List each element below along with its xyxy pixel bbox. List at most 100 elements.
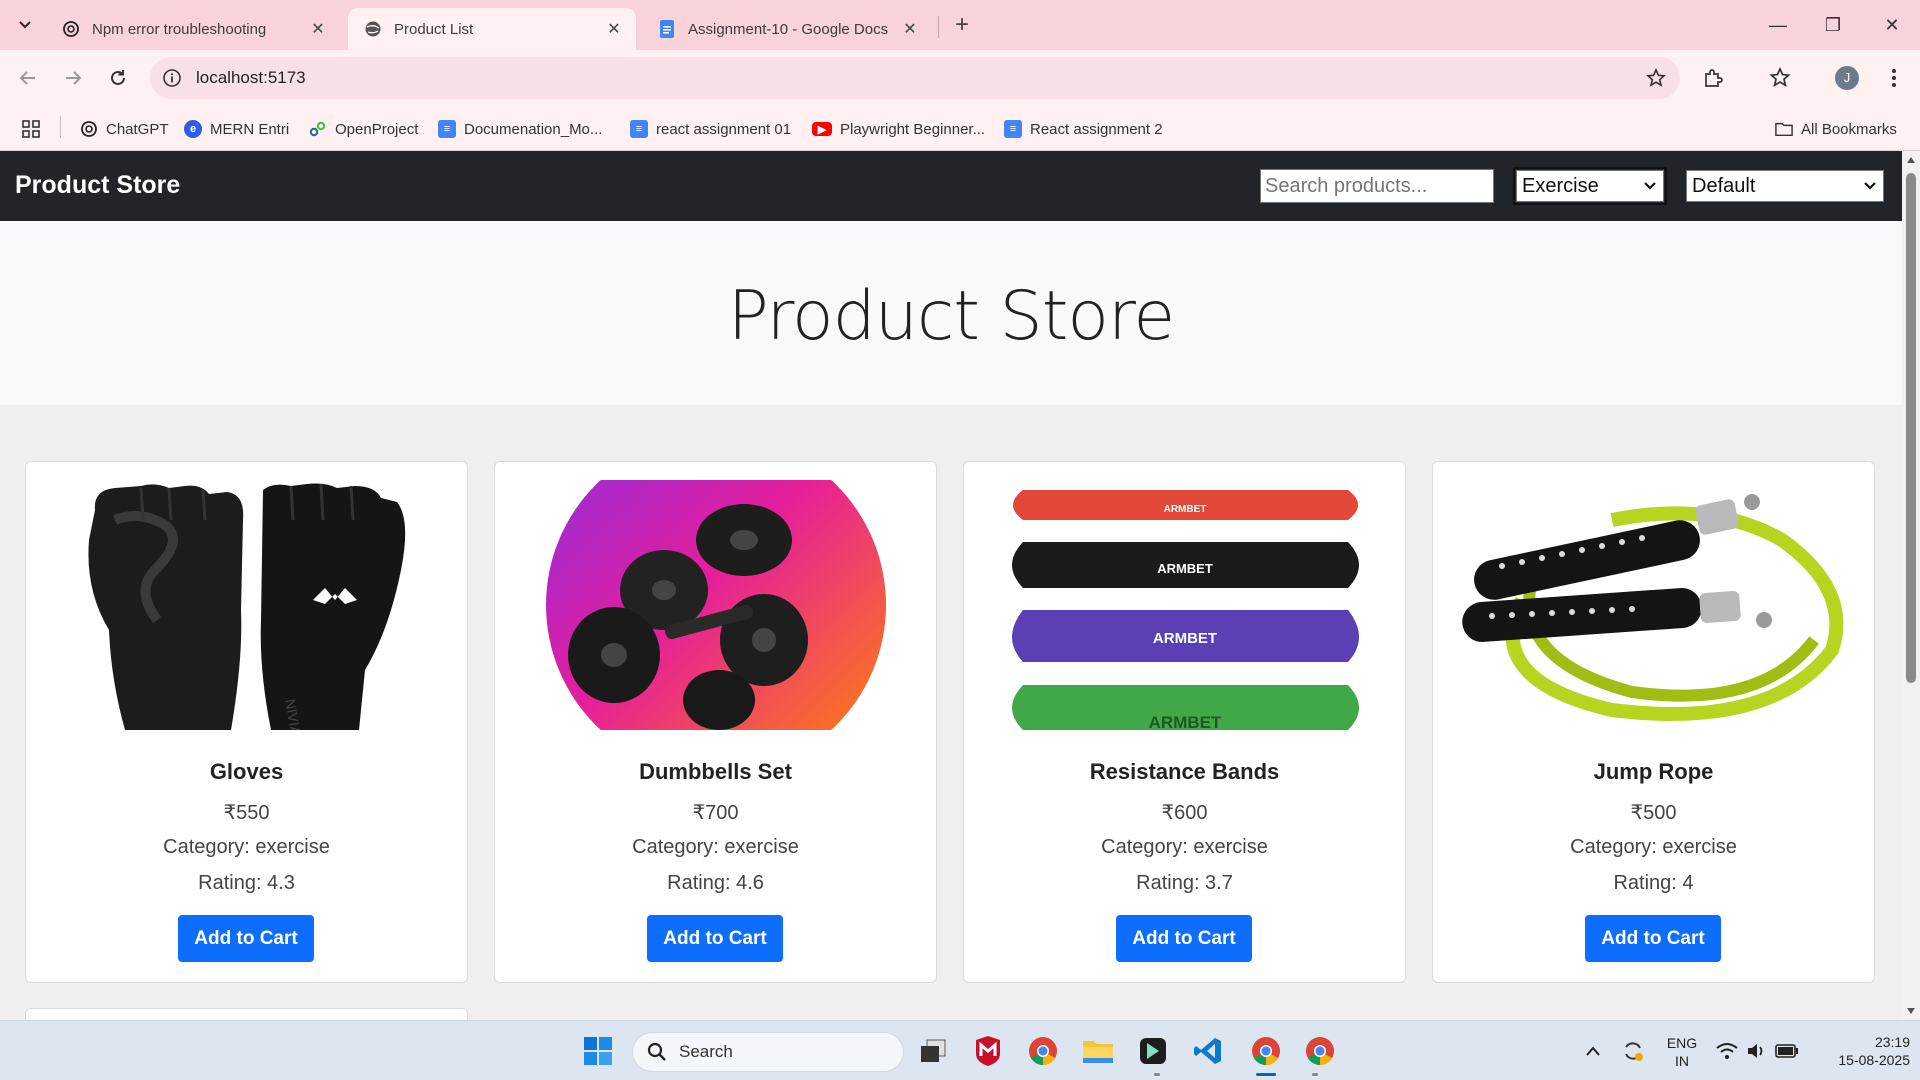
back-button[interactable] [10, 60, 46, 96]
task-view-icon[interactable] [913, 1031, 953, 1071]
minimize-icon[interactable]: — [1758, 8, 1798, 42]
bookmark-react-assignment-01[interactable]: ≡ react assignment 01 [630, 115, 791, 143]
all-bookmarks[interactable]: All Bookmarks [1775, 115, 1897, 143]
product-rating: Rating: 4.6 [667, 872, 764, 894]
page-scrollbar[interactable] [1902, 151, 1920, 1020]
folder-icon [1775, 120, 1793, 138]
tab-label: Assignment-10 - Google Docs [688, 20, 889, 38]
close-tab-icon[interactable]: ✕ [900, 19, 920, 39]
bookmark-documenation[interactable]: ≡ Documenation_Mo... [438, 115, 602, 143]
new-tab-plus-icon[interactable]: + [948, 12, 976, 40]
product-rating: Rating: 3.7 [1136, 872, 1233, 894]
reload-icon [111, 70, 125, 85]
profile-button[interactable]: J [1829, 60, 1865, 96]
bookmark-mern-entri[interactable]: e MERN Entri [184, 115, 289, 143]
store-navbar: Product Store Exercise Default [0, 151, 1902, 221]
star-list-icon [1769, 67, 1791, 87]
region-code: IN [1675, 1053, 1689, 1069]
apps-grid-icon [22, 120, 40, 138]
add-to-cart-button[interactable]: Add to Cart [647, 915, 783, 962]
tab-npm-error[interactable]: Npm error troubleshooting ✕ [46, 8, 340, 50]
bookmark-playwright[interactable]: ▶ Playwright Beginner... [812, 115, 985, 143]
chrome-icon[interactable] [1023, 1031, 1063, 1071]
close-tab-icon[interactable]: ✕ [604, 19, 624, 39]
band-label: ARMBET [1153, 630, 1217, 647]
category-select[interactable]: Exercise [1513, 167, 1667, 205]
all-bookmarks-label: All Bookmarks [1801, 120, 1897, 138]
close-tab-icon[interactable]: ✕ [308, 19, 328, 39]
add-to-cart-button[interactable]: Add to Cart [1585, 915, 1721, 962]
resistance-bands-image: ARMBET ARMBET ARMBET ARMBET [983, 480, 1388, 730]
band-label: ARMBET [1164, 504, 1207, 515]
url-text: localhost:5173 [196, 68, 306, 87]
bookmark-chatgpt[interactable]: ChatGPT [80, 115, 169, 143]
bookmark-react-assignment-2[interactable]: ≡ React assignment 2 [1004, 115, 1163, 143]
search-products-input[interactable] [1260, 169, 1494, 203]
category-select-value: Exercise [1522, 174, 1599, 197]
taskbar-search[interactable]: Search [632, 1032, 904, 1072]
bookmark-label: react assignment 01 [656, 120, 792, 138]
menu-button[interactable] [1876, 60, 1912, 96]
tab-separator [938, 16, 939, 38]
file-explorer-icon[interactable] [1078, 1031, 1118, 1071]
mcafee-icon[interactable] [968, 1031, 1008, 1071]
bookmark-openproject[interactable]: OpenProject [309, 115, 418, 143]
start-button[interactable] [578, 1031, 618, 1071]
bluestacks-icon[interactable] [1133, 1031, 1173, 1071]
hero-banner: Product Store [0, 221, 1902, 405]
forward-button[interactable] [55, 60, 91, 96]
bookmark-label: React assignment 2 [1030, 120, 1163, 138]
address-bar[interactable]: localhost:5173 [150, 57, 1680, 99]
sync-icon[interactable] [1613, 1031, 1653, 1071]
clock[interactable]: 23:19 15-08-2025 [1810, 1033, 1910, 1069]
sort-select[interactable]: Default [1686, 170, 1884, 202]
product-price: ₹500 [1630, 802, 1677, 824]
close-window-icon[interactable]: ✕ [1872, 8, 1912, 42]
scroll-down-icon[interactable] [1906, 1006, 1916, 1016]
globe-icon [364, 20, 382, 38]
clock-date: 15-08-2025 [1838, 1052, 1910, 1068]
bookmarks-bar: ChatGPT e MERN Entri OpenProject ≡ Docum… [0, 107, 1920, 151]
product-category: Category: exercise [1570, 836, 1737, 858]
product-category: Category: exercise [163, 836, 330, 858]
chatgpt-icon [62, 20, 80, 38]
arrow-left-icon [19, 71, 35, 85]
extensions-button[interactable] [1695, 60, 1731, 96]
tab-product-list[interactable]: Product List ✕ [348, 8, 636, 50]
scrollbar-thumb[interactable] [1906, 173, 1916, 683]
product-rating: Rating: 4 [1613, 872, 1694, 894]
bookmark-star-icon[interactable] [1646, 68, 1666, 88]
windows-taskbar: Search ENG IN 23:19 15-08-2025 [0, 1020, 1920, 1080]
product-price: ₹700 [692, 802, 739, 824]
chevron-down-icon [1644, 182, 1656, 190]
openproject-icon [309, 120, 327, 138]
product-card: ARMBET ARMBET ARMBET ARMBET Resistance B… [963, 461, 1406, 983]
band-label: ARMBET [1149, 713, 1222, 730]
product-card: Jump Rope ₹500 Category: exercise Rating… [1432, 461, 1875, 983]
entri-icon: e [184, 120, 202, 138]
chrome-active-icon[interactable] [1246, 1031, 1286, 1071]
store-brand[interactable]: Product Store [15, 171, 180, 200]
reload-button[interactable] [100, 60, 136, 96]
scroll-up-icon[interactable] [1906, 155, 1916, 165]
bookmark-label: ChatGPT [106, 120, 169, 138]
add-to-cart-button[interactable]: Add to Cart [1116, 915, 1252, 962]
product-card: NIVIA Gloves ₹550 Category: exercise Rat… [25, 461, 468, 983]
chrome-profile-icon[interactable] [1300, 1031, 1340, 1071]
chevron-down-icon [19, 21, 31, 29]
language-code: ENG [1666, 1035, 1698, 1051]
add-to-cart-button[interactable]: Add to Cart [178, 915, 314, 962]
vscode-icon[interactable] [1188, 1031, 1228, 1071]
product-card-partial [25, 1008, 468, 1020]
battery-icon[interactable] [1767, 1031, 1807, 1071]
apps-button[interactable] [22, 115, 40, 143]
reading-list-button[interactable] [1762, 60, 1798, 96]
tray-overflow-icon[interactable] [1573, 1031, 1613, 1071]
site-info-icon[interactable] [162, 68, 182, 88]
tab-search-button[interactable] [10, 10, 40, 40]
browser-toolbar: localhost:5173 J [0, 50, 1920, 107]
language-indicator[interactable]: ENG IN [1662, 1034, 1702, 1070]
restore-icon[interactable]: ❐ [1813, 8, 1853, 42]
tab-google-docs[interactable]: Assignment-10 - Google Docs ✕ [642, 8, 932, 50]
docs-icon: ≡ [438, 120, 456, 138]
